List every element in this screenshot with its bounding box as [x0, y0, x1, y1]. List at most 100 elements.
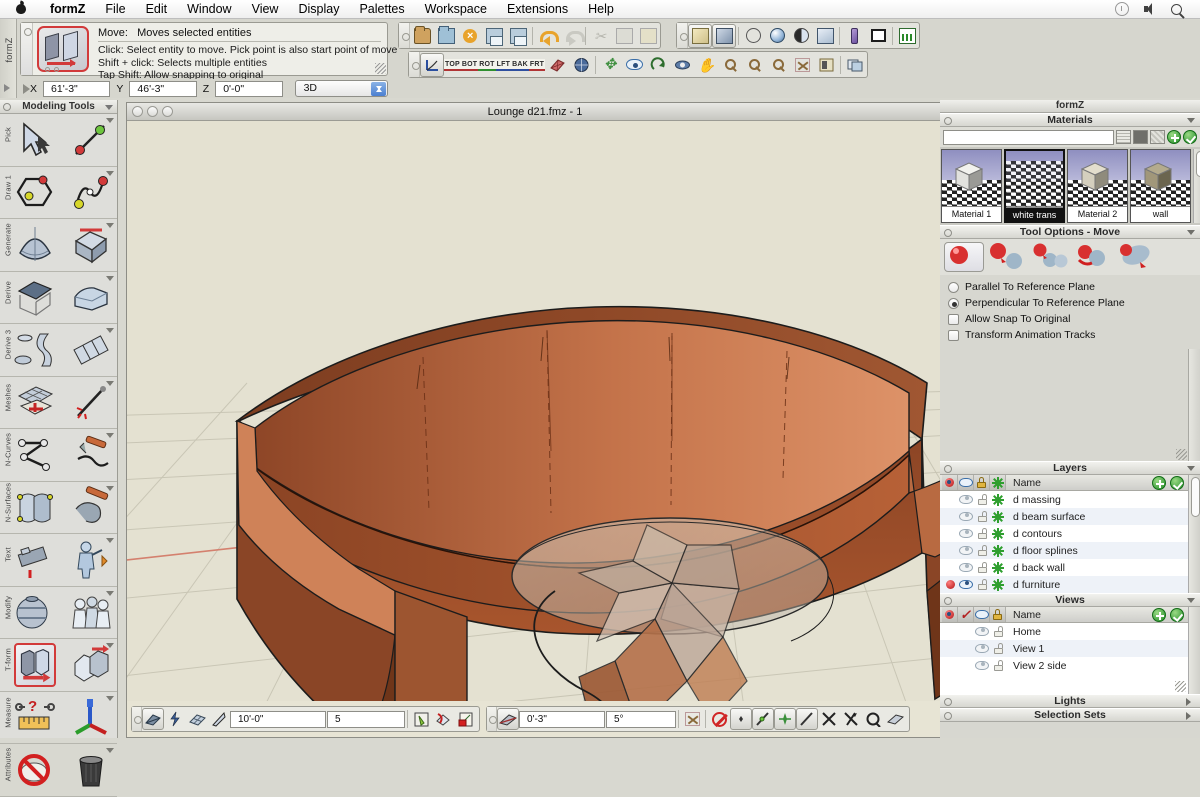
resize-grip-icon[interactable]: [1176, 449, 1187, 460]
menu-edit[interactable]: Edit: [136, 0, 178, 19]
light-toggle[interactable]: [990, 492, 1006, 508]
add-view-button[interactable]: [1152, 607, 1166, 622]
active-toggle[interactable]: [942, 492, 958, 508]
chart-render-button[interactable]: [895, 24, 919, 48]
move-copy-icon[interactable]: [987, 242, 1027, 272]
expand-triangle-icon[interactable]: [4, 84, 14, 92]
active-toggle[interactable]: [942, 543, 958, 559]
mesh-tool[interactable]: [14, 380, 56, 424]
visible-column-icon[interactable]: [974, 607, 990, 622]
check-toggle[interactable]: [958, 624, 974, 640]
collapse-knob-icon[interactable]: [944, 597, 952, 605]
search-icon[interactable]: [1171, 3, 1182, 15]
radio-icon[interactable]: [948, 281, 959, 293]
lathe-tool[interactable]: [14, 328, 56, 372]
segment-snap-icon[interactable]: [752, 708, 774, 730]
center-snap-icon[interactable]: [862, 708, 884, 730]
save-as-button[interactable]: [506, 24, 530, 48]
spline-tool[interactable]: [70, 170, 112, 214]
toolbar-grip[interactable]: [677, 23, 688, 48]
stepper-icon[interactable]: [370, 82, 386, 96]
nurbs-curve-tool[interactable]: [14, 433, 56, 477]
3d-viewport[interactable]: [127, 121, 943, 701]
move-tool[interactable]: [14, 642, 56, 687]
lock-column-icon[interactable]: [974, 475, 990, 490]
close-button[interactable]: [132, 106, 143, 117]
save-button[interactable]: [482, 24, 506, 48]
table-row[interactable]: d beam surface: [940, 508, 1200, 525]
toolbar-grip[interactable]: [409, 52, 420, 77]
active-toggle[interactable]: [942, 577, 958, 593]
visible-toggle[interactable]: [974, 641, 990, 657]
direction-icon[interactable]: [208, 708, 230, 730]
checkbox-icon[interactable]: [948, 329, 959, 341]
coord-expand-icon[interactable]: [23, 84, 35, 94]
surface-snap-icon[interactable]: [884, 708, 906, 730]
coordinate-mode-select[interactable]: 3D: [294, 80, 388, 97]
redo-button[interactable]: [559, 24, 585, 48]
resize-grip-icon[interactable]: [375, 63, 386, 74]
menu-view[interactable]: View: [242, 0, 289, 19]
undo-button[interactable]: [535, 24, 559, 48]
grid-icon[interactable]: [186, 708, 208, 730]
lock-toggle[interactable]: [974, 509, 990, 525]
snap-distance-field[interactable]: 0'-3": [519, 710, 605, 728]
scrollbar-thumb[interactable]: [1190, 477, 1200, 517]
menu-help[interactable]: Help: [578, 0, 624, 19]
resize-grip-icon[interactable]: [1175, 681, 1186, 692]
lock-toggle[interactable]: [990, 624, 1006, 640]
apple-menu-icon[interactable]: [14, 1, 28, 17]
visible-toggle[interactable]: [974, 658, 990, 674]
lock-toggle[interactable]: [974, 560, 990, 576]
y-input[interactable]: 46'-3": [129, 80, 197, 97]
pick-arrow-tool[interactable]: [14, 118, 56, 162]
lock-toggle[interactable]: [974, 526, 990, 542]
list-view-icon[interactable]: [1116, 130, 1131, 144]
panel-grip[interactable]: [21, 23, 33, 75]
views-header[interactable]: Views: [940, 593, 1200, 607]
pan-button[interactable]: ✋: [694, 53, 718, 77]
radio-icon-selected[interactable]: [948, 297, 959, 309]
group-tool[interactable]: [70, 590, 112, 634]
segment-tool[interactable]: [70, 328, 112, 372]
table-row[interactable]: d furniture: [940, 576, 1200, 593]
check-toggle[interactable]: [958, 641, 974, 657]
layout-button[interactable]: [843, 53, 867, 77]
collapse-knob-icon[interactable]: [3, 103, 11, 111]
zoom-button[interactable]: [162, 106, 173, 117]
menu-formz[interactable]: formZ: [40, 0, 95, 19]
materials-header[interactable]: Materials: [940, 113, 1200, 127]
visible-toggle[interactable]: [958, 577, 974, 593]
collapse-knob-icon[interactable]: [944, 465, 952, 473]
light-toggle[interactable]: [990, 543, 1006, 559]
copy-transform-tool[interactable]: [70, 643, 112, 687]
cut-button[interactable]: ✂: [588, 24, 612, 48]
open-folder-button[interactable]: [410, 24, 434, 48]
derive-surface-tool[interactable]: [14, 275, 56, 319]
curve-edit-tool[interactable]: [70, 433, 112, 477]
material-swatch[interactable]: Material 2: [1067, 149, 1128, 223]
materials-scrollbar[interactable]: [1193, 149, 1200, 223]
tool-option-dots[interactable]: [45, 67, 59, 72]
group-grip[interactable]: [487, 707, 497, 731]
paste-button[interactable]: [636, 24, 660, 48]
light-toggle[interactable]: [990, 560, 1006, 576]
collapse-knob-icon[interactable]: [944, 117, 952, 125]
thumbnail-view-icon[interactable]: [1133, 130, 1148, 144]
document-title-bar[interactable]: Lounge d21.fmz - 1: [127, 103, 943, 121]
chevron-down-icon[interactable]: [1187, 230, 1195, 239]
volume-icon[interactable]: [1143, 2, 1157, 16]
lights-header[interactable]: Lights: [940, 694, 1200, 708]
axes-tool[interactable]: [70, 695, 112, 739]
wire-shaded-button[interactable]: [741, 24, 765, 48]
modify-sphere-tool[interactable]: [14, 590, 56, 634]
visible-column-icon[interactable]: [958, 475, 974, 490]
scrollbar-thumb[interactable]: [1196, 151, 1200, 177]
zoom-in-button[interactable]: [742, 53, 766, 77]
orbit-button[interactable]: [670, 53, 694, 77]
table-row[interactable]: d massing: [940, 491, 1200, 508]
view-frt-button[interactable]: FRT: [528, 58, 546, 71]
check-column-icon[interactable]: ✓: [958, 607, 974, 622]
visible-toggle[interactable]: [958, 560, 974, 576]
plane-icon[interactable]: [497, 708, 519, 730]
